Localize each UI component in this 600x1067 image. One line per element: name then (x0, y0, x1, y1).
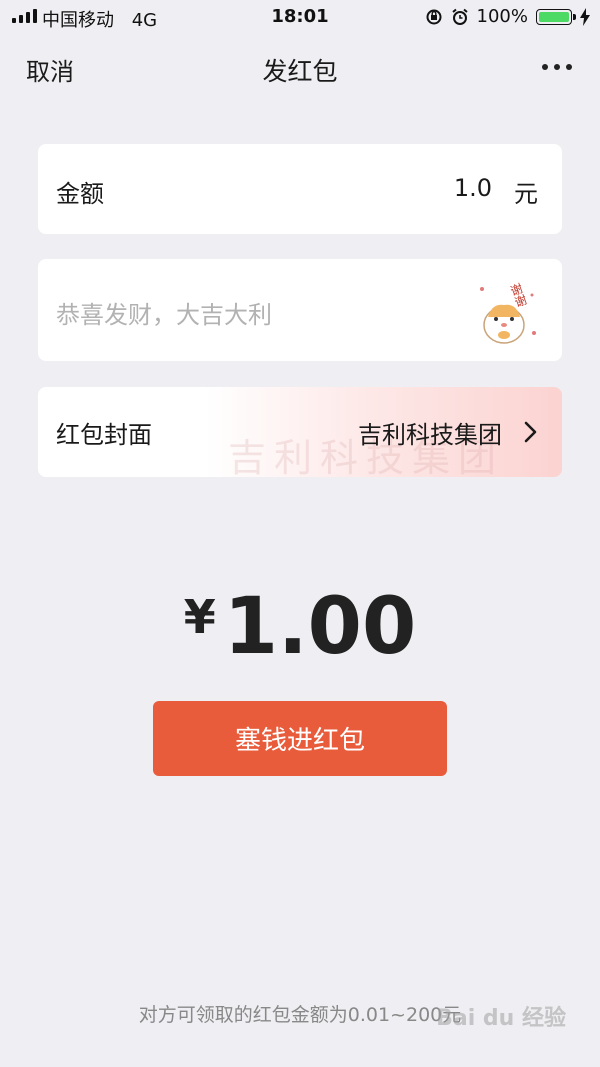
baidu-watermark-logo: Bai du 经验 (436, 1006, 566, 1031)
page-title: 发红包 (262, 57, 338, 86)
cover-selector[interactable]: 吉利科技集团 红包封面 吉利科技集团 (38, 387, 562, 477)
sticker-emoji-button[interactable]: 谢谢 (474, 275, 542, 347)
amount-label: 金额 (56, 180, 104, 208)
alarm-icon (451, 8, 468, 25)
nav-bar: 取消 发红包 (0, 40, 600, 96)
chevron-right-icon (524, 421, 537, 443)
status-bar: 中国移动 4G 18:01 100% (0, 0, 600, 34)
charging-icon (580, 7, 590, 26)
cover-value: 吉利科技集团 (358, 421, 502, 449)
cover-label: 红包封面 (56, 421, 152, 449)
total-amount: ¥1.00 (0, 582, 600, 672)
total-value: 1.00 (223, 582, 417, 672)
battery-icon (536, 8, 576, 25)
battery-percent: 100% (476, 6, 528, 27)
orientation-lock-icon (426, 9, 442, 24)
more-icon[interactable] (542, 64, 572, 70)
amount-input[interactable]: 1.0 (454, 174, 492, 202)
currency-symbol: ¥ (183, 590, 216, 644)
submit-red-packet-button[interactable]: 塞钱进红包 (153, 701, 447, 776)
greeting-field[interactable]: 恭喜发财，大吉大利 谢谢 (38, 259, 562, 361)
amount-unit: 元 (514, 180, 538, 208)
greeting-input[interactable]: 恭喜发财，大吉大利 (56, 295, 272, 330)
amount-field[interactable]: 金额 1.0 元 (38, 144, 562, 234)
